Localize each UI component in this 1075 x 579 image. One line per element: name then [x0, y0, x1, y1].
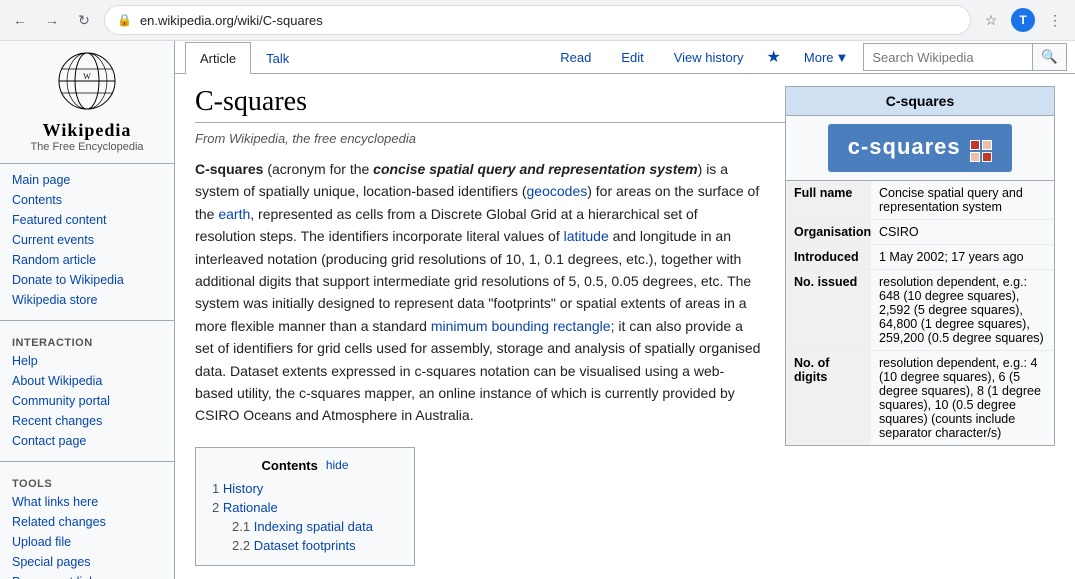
- search-input[interactable]: [863, 43, 1033, 71]
- sidebar-logo-title: Wikipedia: [10, 120, 164, 141]
- infobox-org-value: CSIRO: [871, 220, 1054, 244]
- contents-item-history: 1 History: [212, 479, 398, 498]
- sidebar-item-wiki-store[interactable]: Wikipedia store: [0, 290, 174, 310]
- infobox-introduced-value: 1 May 2002; 17 years ago: [871, 245, 1054, 269]
- bookmark-button[interactable]: ☆: [979, 8, 1003, 32]
- contents-link-indexing[interactable]: Indexing spatial data: [254, 519, 373, 534]
- url-text: en.wikipedia.org/wiki/C-squares: [140, 13, 958, 28]
- wiki-container: W Wikipedia The Free Encyclopedia Main p…: [0, 41, 1075, 579]
- sidebar-item-about[interactable]: About Wikipedia: [0, 371, 174, 391]
- back-button[interactable]: ←: [8, 8, 32, 32]
- article-link-earth[interactable]: earth: [218, 206, 250, 222]
- infobox: C-squares c-squares: [785, 86, 1055, 446]
- contents-link-history[interactable]: History: [223, 481, 263, 496]
- browser-toolbar: ← → ↻ 🔒 en.wikipedia.org/wiki/C-squares …: [0, 0, 1075, 40]
- contents-link-rationale[interactable]: Rationale: [223, 500, 278, 515]
- watchlist-star-button[interactable]: ★: [759, 43, 789, 71]
- search-icon: 🔍: [1041, 49, 1058, 65]
- browser-chrome: ← → ↻ 🔒 en.wikipedia.org/wiki/C-squares …: [0, 0, 1075, 41]
- forward-button[interactable]: →: [40, 8, 64, 32]
- tab-talk[interactable]: Talk: [251, 42, 304, 74]
- contents-box: Contents hide 1 History 2 Rationale 2.1 …: [195, 447, 415, 566]
- infobox-logo-squares: [970, 140, 992, 162]
- infobox-row-noissued: No. issued resolution dependent, e.g.: 6…: [786, 270, 1054, 351]
- infobox-row-fullname: Full name Concise spatial query and repr…: [786, 181, 1054, 220]
- wiki-tabs: Article Talk Read Edit View history ★ Mo…: [175, 41, 1075, 74]
- infobox-row-introduced: Introduced 1 May 2002; 17 years ago: [786, 245, 1054, 270]
- infobox-nodigits-value: resolution dependent, e.g.: 4 (10 degree…: [871, 351, 1054, 445]
- article-link-geocodes[interactable]: geocodes: [527, 183, 588, 199]
- tab-more[interactable]: More ▼: [789, 41, 864, 73]
- infobox-logo-box: c-squares: [828, 124, 1013, 172]
- svg-text:W: W: [83, 72, 91, 81]
- tab-read[interactable]: Read: [545, 41, 606, 73]
- sidebar-item-featured-content[interactable]: Featured content: [0, 210, 174, 230]
- address-bar[interactable]: 🔒 en.wikipedia.org/wiki/C-squares: [104, 5, 971, 35]
- tab-article[interactable]: Article: [185, 42, 251, 74]
- search-form: 🔍: [863, 43, 1067, 71]
- contents-subitem-footprints: 2.2 Dataset footprints: [212, 536, 398, 555]
- infobox-row-nodigits: No. of digits resolution dependent, e.g.…: [786, 351, 1054, 445]
- sidebar-item-recent-changes[interactable]: Recent changes: [0, 411, 174, 431]
- wiki-content-area: C-squares c-squares: [175, 74, 1075, 579]
- tabs-right: Read Edit View history ★ More ▼ 🔍: [545, 41, 1075, 73]
- sidebar-item-main-page[interactable]: Main page: [0, 170, 174, 190]
- sidebar-interaction-section: Interaction Help About Wikipedia Communi…: [0, 325, 174, 457]
- more-chevron-icon: ▼: [836, 50, 849, 65]
- tab-view-history[interactable]: View history: [659, 41, 759, 73]
- wikipedia-globe-icon: W: [10, 51, 164, 120]
- infobox-noissued-value: resolution dependent, e.g.: 648 (10 degr…: [871, 270, 1054, 350]
- wiki-article: C-squares c-squares: [175, 74, 1075, 579]
- infobox-row-organisation: Organisation CSIRO: [786, 220, 1054, 245]
- sidebar-item-related-changes[interactable]: Related changes: [0, 512, 174, 532]
- menu-button[interactable]: ⋮: [1043, 8, 1067, 32]
- interaction-heading: Interaction: [0, 331, 174, 351]
- sidebar-logo: W Wikipedia The Free Encyclopedia: [0, 41, 174, 164]
- contents-hide-button[interactable]: hide: [326, 458, 349, 472]
- infobox-noissued-label: No. issued: [786, 270, 871, 350]
- article-link-mbr[interactable]: minimum bounding rectangle: [431, 318, 611, 334]
- contents-link-footprints[interactable]: Dataset footprints: [254, 538, 356, 553]
- article-acronym: concise spatial query and representation…: [373, 161, 697, 177]
- infobox-fullname-label: Full name: [786, 181, 871, 219]
- contents-subitem-indexing: 2.1 Indexing spatial data: [212, 517, 398, 536]
- infobox-title: C-squares: [786, 87, 1055, 116]
- sidebar-tools-section: Tools What links here Related changes Up…: [0, 466, 174, 579]
- search-button[interactable]: 🔍: [1033, 43, 1067, 71]
- sidebar-item-community-portal[interactable]: Community portal: [0, 391, 174, 411]
- sidebar-item-contents[interactable]: Contents: [0, 190, 174, 210]
- reload-button[interactable]: ↻: [72, 8, 96, 32]
- infobox-org-label: Organisation: [786, 220, 871, 244]
- sidebar-item-random-article[interactable]: Random article: [0, 250, 174, 270]
- sidebar-item-donate[interactable]: Donate to Wikipedia: [0, 270, 174, 290]
- sidebar-item-help[interactable]: Help: [0, 351, 174, 371]
- sidebar-item-upload-file[interactable]: Upload file: [0, 532, 174, 552]
- tools-heading: Tools: [0, 472, 174, 492]
- wiki-main: Article Talk Read Edit View history ★ Mo…: [175, 41, 1075, 579]
- sidebar-divider-2: [0, 461, 174, 462]
- sidebar-item-contact[interactable]: Contact page: [0, 431, 174, 451]
- article-link-latitude[interactable]: latitude: [564, 228, 609, 244]
- sidebar-item-special-pages[interactable]: Special pages: [0, 552, 174, 572]
- lock-icon: 🔒: [117, 13, 132, 27]
- profile-button[interactable]: T: [1011, 8, 1035, 32]
- infobox-introduced-label: Introduced: [786, 245, 871, 269]
- infobox-logo-text: c-squares: [848, 134, 961, 159]
- infobox-nodigits-label: No. of digits: [786, 351, 871, 445]
- wiki-sidebar: W Wikipedia The Free Encyclopedia Main p…: [0, 41, 175, 579]
- sidebar-item-what-links-here[interactable]: What links here: [0, 492, 174, 512]
- infobox-container: C-squares c-squares: [785, 86, 1055, 446]
- contents-item-rationale: 2 Rationale: [212, 498, 398, 517]
- infobox-fullname-value: Concise spatial query and representation…: [871, 181, 1054, 219]
- sidebar-item-current-events[interactable]: Current events: [0, 230, 174, 250]
- article-term: C-squares: [195, 161, 263, 177]
- tab-edit[interactable]: Edit: [606, 41, 658, 73]
- contents-title: Contents hide: [212, 458, 398, 473]
- infobox-logo-cell: c-squares: [786, 116, 1055, 181]
- sidebar-nav-section: Main page Contents Featured content Curr…: [0, 164, 174, 316]
- sidebar-divider-1: [0, 320, 174, 321]
- sidebar-logo-subtitle: The Free Encyclopedia: [10, 141, 164, 153]
